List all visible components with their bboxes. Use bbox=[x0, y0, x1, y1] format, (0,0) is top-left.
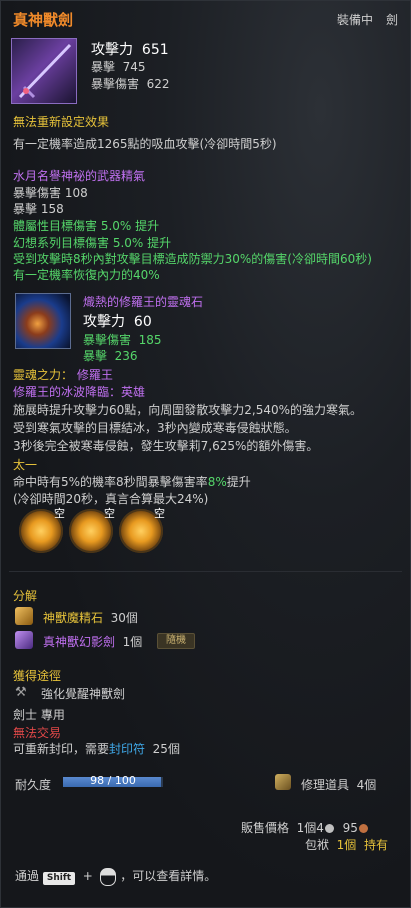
soul-power-label: 靈魂之力： bbox=[13, 368, 74, 382]
reseal-count: 25個 bbox=[152, 742, 180, 756]
bag-status: 持有 bbox=[363, 838, 388, 852]
mouse-icon bbox=[100, 867, 117, 886]
essence-crit: 暴擊 158 bbox=[13, 202, 64, 216]
crit-label: 暴擊 bbox=[91, 60, 116, 74]
durability-text: 98 / 100 bbox=[90, 774, 136, 787]
soul-critdmg-value: 185 bbox=[138, 333, 162, 347]
critdmg-stat: 暴擊傷害 622 bbox=[91, 75, 170, 92]
equipped-status: 裝備中 bbox=[337, 13, 374, 27]
critdmg-label: 暴擊傷害 bbox=[91, 77, 140, 91]
inventory-status: 包袱 1個 持有 bbox=[305, 836, 388, 853]
reseal-item-link[interactable]: 封印符 bbox=[109, 742, 145, 756]
essence-line4: 有一定機率恢復內力的40% bbox=[13, 268, 160, 282]
repair-tool-icon bbox=[275, 774, 291, 790]
repair-count: 4個 bbox=[356, 778, 377, 792]
taiyi-line1-text: 命中時有5%的機率8秒間暴擊傷害率 bbox=[13, 475, 208, 489]
reseal-text: 可重新封印，需要 bbox=[13, 742, 110, 756]
soul-attack-value: 60 bbox=[133, 314, 152, 330]
soul-desc3: 3秒後完全被寒毒侵蝕，發生攻擊莉7,625%的額外傷害。 bbox=[13, 439, 319, 453]
gem-slot-2-mark: 空 bbox=[104, 507, 115, 520]
gem-slot-3-mark: 空 bbox=[154, 507, 165, 520]
soul-stone-icon bbox=[15, 293, 71, 349]
trade-title: 無法交易 bbox=[13, 726, 62, 740]
durability-bar: 98 / 100 bbox=[63, 774, 163, 787]
gem-slot-1[interactable]: 空 bbox=[19, 507, 65, 553]
taiyi-rate: 8% bbox=[207, 475, 227, 489]
soul-crit-label: 暴擊 bbox=[83, 349, 108, 363]
acquire-title: 獲得途徑 bbox=[13, 669, 62, 683]
random-badge: 隨機 bbox=[157, 633, 195, 649]
essence-critdmg: 暴擊傷害 108 bbox=[13, 186, 88, 200]
soul-attack: 攻擊力 60 bbox=[83, 311, 152, 331]
essence-title: 水月名譽神祕的武器精氣 bbox=[13, 169, 146, 183]
repair-item[interactable]: 修理道具 4個 bbox=[301, 776, 376, 793]
attack-label: 攻擊力 bbox=[91, 42, 133, 58]
essence-line2: 幻想系列目標傷害 5.0% 提升 bbox=[13, 236, 172, 250]
taiyi-line1: 命中時有5%的機率8秒間暴擊傷害率8%提升 bbox=[13, 473, 251, 490]
soul-critdmg-label: 暴擊傷害 bbox=[83, 333, 132, 347]
silver-amount: 95 bbox=[342, 821, 358, 835]
sword-icon bbox=[11, 38, 77, 104]
crit-value: 745 bbox=[122, 60, 146, 74]
gem-slot-1-mark: 空 bbox=[54, 507, 65, 520]
soul-power: 靈魂之力： 修羅王 bbox=[13, 366, 113, 383]
shift-key-icon: Shift bbox=[42, 872, 76, 885]
anvil-icon: ⚒ bbox=[15, 685, 27, 700]
durability-label: 耐久度 bbox=[15, 778, 52, 792]
soul-crit: 暴擊 236 bbox=[83, 347, 138, 364]
copper-coin-icon bbox=[358, 824, 368, 833]
soul-desc1: 施展時提升攻擊力60點，向周圍發散攻擊力2,540%的強力寒氣。 bbox=[13, 403, 363, 417]
soul-power-value: 修羅王 bbox=[76, 368, 113, 382]
divider bbox=[9, 571, 402, 572]
decompose-item2-name: 真神獸幻影劍 bbox=[43, 635, 116, 649]
soul-critdmg: 暴擊傷害 185 bbox=[83, 331, 162, 348]
essence-line3: 受到攻擊時8秒內對攻擊目標造成防禦力30%的傷害(冷卻時間60秒) bbox=[13, 252, 372, 266]
soul-name: 熾熱的修羅王的靈魂石 bbox=[83, 295, 204, 309]
bag-count: 1個 bbox=[336, 838, 357, 852]
magic-stone-icon bbox=[15, 607, 33, 625]
class-restriction: 劍士 專用 bbox=[13, 708, 65, 722]
decompose-item2[interactable]: 真神獸幻影劍 1個 bbox=[43, 633, 142, 650]
soul-skill-name: 修羅王的冰波降臨：英雄 bbox=[13, 385, 146, 399]
sell-price-label: 販售價格 bbox=[241, 821, 290, 835]
sell-price: 販售價格 1個4 95 bbox=[241, 819, 369, 836]
taiyi-line1-suffix: 提升 bbox=[226, 475, 251, 489]
vampire-effect: 有一定機率造成1265點的吸血攻擊(冷卻時間5秒) bbox=[13, 137, 277, 151]
footer-prefix: 通過 bbox=[15, 869, 40, 883]
footer-suffix: ，可以查看詳情。 bbox=[120, 869, 217, 883]
attack-stat: 攻擊力 651 bbox=[91, 39, 169, 59]
critdmg-value: 622 bbox=[146, 77, 170, 91]
phantom-sword-icon bbox=[15, 631, 33, 649]
decompose-title: 分解 bbox=[13, 589, 38, 603]
soul-desc2: 受到寒氣攻擊的目標結冰，3秒內變成寒毒侵蝕狀態。 bbox=[13, 421, 297, 435]
acquire-source: 強化覺醒神獸劍 bbox=[41, 687, 126, 701]
gem-slot-2[interactable]: 空 bbox=[69, 507, 115, 553]
decompose-item2-count: 1個 bbox=[122, 635, 143, 649]
gem-slot-3[interactable]: 空 bbox=[119, 507, 165, 553]
essence-line1: 體屬性目標傷害 5.0% 提升 bbox=[13, 219, 160, 233]
attack-value: 651 bbox=[141, 42, 169, 58]
silver-coin-icon bbox=[324, 824, 334, 833]
item-tooltip: 真神獸劍 裝備中 劍 攻擊力 651 暴擊 745 暴擊傷害 622 無法重新設… bbox=[0, 0, 411, 908]
taiyi-title: 太一 bbox=[13, 458, 38, 472]
footer-hint: 通過 Shift + ，可以查看詳情。 bbox=[15, 867, 216, 886]
crit-stat: 暴擊 745 bbox=[91, 58, 146, 75]
slot-type: 劍 bbox=[386, 13, 399, 27]
decompose-item1-name: 神獸魔精石 bbox=[43, 611, 104, 625]
item-title: 真神獸劍 bbox=[13, 11, 74, 29]
reset-note: 無法重新設定效果 bbox=[13, 115, 110, 129]
footer-plus: + bbox=[82, 869, 93, 883]
reseal-line: 可重新封印，需要封印符 25個 bbox=[13, 740, 180, 757]
decompose-item1-count: 30個 bbox=[110, 611, 138, 625]
soul-attack-label: 攻擊力 bbox=[83, 314, 125, 330]
repair-label: 修理道具 bbox=[301, 778, 350, 792]
gold-amount: 1個4 bbox=[296, 821, 324, 835]
decompose-item1[interactable]: 神獸魔精石 30個 bbox=[43, 609, 138, 626]
bag-label: 包袱 bbox=[305, 838, 330, 852]
soul-crit-value: 236 bbox=[114, 349, 138, 363]
